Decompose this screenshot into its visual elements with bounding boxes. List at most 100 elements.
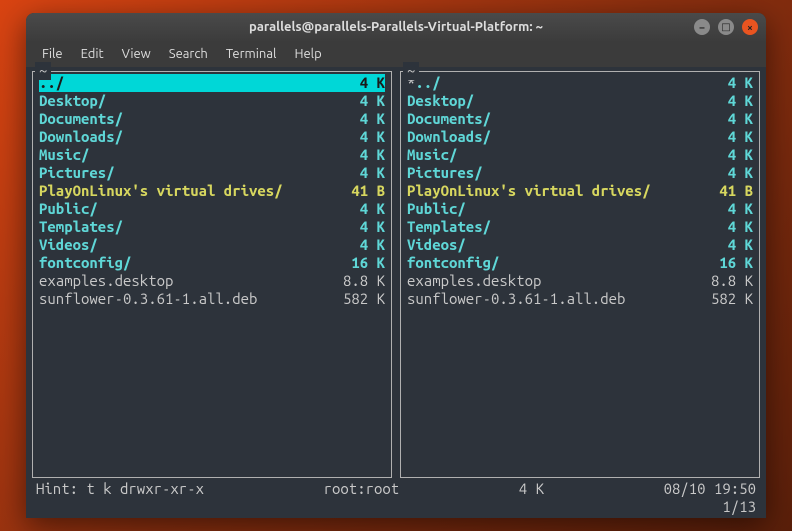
item-size: 41 B [694,182,753,200]
window-title: parallels@parallels-Parallels-Virtual-Pl… [249,20,543,34]
item-size: 16 K [694,254,753,272]
menu-terminal[interactable]: Terminal [218,45,285,63]
item-size: 16 K [326,254,385,272]
item-name: Desktop/ [407,92,694,110]
item-size: 4 K [326,110,385,128]
list-item[interactable]: Pictures/ 4 K [39,164,385,182]
item-size: 4 K [326,200,385,218]
menu-view[interactable]: View [114,45,159,63]
item-size: 4 K [694,110,753,128]
item-name: examples.desktop [407,272,694,290]
list-item[interactable]: PlayOnLinux's virtual drives/ 41 B [407,182,753,200]
item-name: fontconfig/ [39,254,326,272]
item-name: Downloads/ [39,128,326,146]
menu-edit[interactable]: Edit [73,45,112,63]
item-counter: 1/13 [32,498,760,516]
item-name: Pictures/ [407,164,694,182]
list-item[interactable]: Music/ 4 K [39,146,385,164]
item-name: ../ [39,74,326,92]
status-date: 08/10 19:50 [664,480,756,498]
item-name: Music/ [39,146,326,164]
terminal-area[interactable]: ~ ../ 4 KDesktop/ 4 KDocuments/ 4 KDownl… [26,67,766,518]
item-size: 582 K [694,290,753,308]
terminal-window: parallels@parallels-Parallels-Virtual-Pl… [26,13,766,518]
left-panel-header: ~ [35,62,51,80]
list-item[interactable]: Videos/ 4 K [39,236,385,254]
item-size: 4 K [326,236,385,254]
titlebar[interactable]: parallels@parallels-Parallels-Virtual-Pl… [26,13,766,41]
item-size: 4 K [694,128,753,146]
status-hint: Hint: t k drwxr-xr-x [36,480,204,498]
close-button[interactable]: × [742,19,758,35]
item-name: Public/ [39,200,326,218]
list-item[interactable]: Documents/ 4 K [39,110,385,128]
item-name: Documents/ [39,110,326,128]
list-item[interactable]: examples.desktop 8.8 K [407,272,753,290]
item-size: 4 K [694,74,753,92]
item-name: Documents/ [407,110,694,128]
item-size: 4 K [326,164,385,182]
item-size: 4 K [326,92,385,110]
list-item[interactable]: fontconfig/ 16 K [407,254,753,272]
right-panel-body: *../ 4 KDesktop/ 4 KDocuments/ 4 KDownlo… [401,72,759,477]
list-item[interactable]: Downloads/ 4 K [407,128,753,146]
right-panel[interactable]: ~ *../ 4 KDesktop/ 4 KDocuments/ 4 KDown… [400,71,760,478]
list-item[interactable]: sunflower-0.3.61-1.all.deb 582 K [39,290,385,308]
list-item[interactable]: Videos/ 4 K [407,236,753,254]
left-panel[interactable]: ~ ../ 4 KDesktop/ 4 KDocuments/ 4 KDownl… [32,71,392,478]
item-name: Templates/ [407,218,694,236]
item-size: 4 K [694,200,753,218]
item-name: sunflower-0.3.61-1.all.deb [407,290,694,308]
menu-file[interactable]: File [34,45,71,63]
item-size: 4 K [694,92,753,110]
panels: ~ ../ 4 KDesktop/ 4 KDocuments/ 4 KDownl… [32,71,760,478]
item-name: Desktop/ [39,92,326,110]
item-name: Downloads/ [407,128,694,146]
menu-help[interactable]: Help [286,45,329,63]
item-size: 4 K [326,128,385,146]
minimize-button[interactable]: – [694,19,710,35]
item-size: 4 K [326,218,385,236]
item-size: 4 K [694,236,753,254]
item-name: *../ [407,74,694,92]
item-name: Videos/ [407,236,694,254]
item-name: fontconfig/ [407,254,694,272]
maximize-button[interactable]: □ [718,19,734,35]
list-item[interactable]: PlayOnLinux's virtual drives/ 41 B [39,182,385,200]
list-item[interactable]: Desktop/ 4 K [407,92,753,110]
item-size: 4 K [694,218,753,236]
list-item[interactable]: ../ 4 K [39,74,385,92]
item-size: 8.8 K [694,272,753,290]
list-item[interactable]: Documents/ 4 K [407,110,753,128]
item-name: PlayOnLinux's virtual drives/ [39,182,326,200]
list-item[interactable]: Public/ 4 K [407,200,753,218]
item-name: Public/ [407,200,694,218]
list-item[interactable]: Templates/ 4 K [39,218,385,236]
list-item[interactable]: Templates/ 4 K [407,218,753,236]
list-item[interactable]: Pictures/ 4 K [407,164,753,182]
item-name: PlayOnLinux's virtual drives/ [407,182,694,200]
item-name: examples.desktop [39,272,326,290]
list-item[interactable]: fontconfig/ 16 K [39,254,385,272]
item-name: Pictures/ [39,164,326,182]
menu-search[interactable]: Search [161,45,216,63]
item-size: 41 B [326,182,385,200]
list-item[interactable]: *../ 4 K [407,74,753,92]
list-item[interactable]: Downloads/ 4 K [39,128,385,146]
list-item[interactable]: Desktop/ 4 K [39,92,385,110]
list-item[interactable]: Music/ 4 K [407,146,753,164]
menubar: File Edit View Search Terminal Help [26,41,766,67]
window-controls: – □ × [694,19,758,35]
left-panel-body: ../ 4 KDesktop/ 4 KDocuments/ 4 KDownloa… [33,72,391,477]
item-size: 8.8 K [326,272,385,290]
item-size: 4 K [694,164,753,182]
item-size: 4 K [326,74,385,92]
list-item[interactable]: Public/ 4 K [39,200,385,218]
item-name: Music/ [407,146,694,164]
status-size: 4 K [519,480,544,498]
list-item[interactable]: sunflower-0.3.61-1.all.deb 582 K [407,290,753,308]
item-name: sunflower-0.3.61-1.all.deb [39,290,326,308]
list-item[interactable]: examples.desktop 8.8 K [39,272,385,290]
item-size: 582 K [326,290,385,308]
item-name: Templates/ [39,218,326,236]
